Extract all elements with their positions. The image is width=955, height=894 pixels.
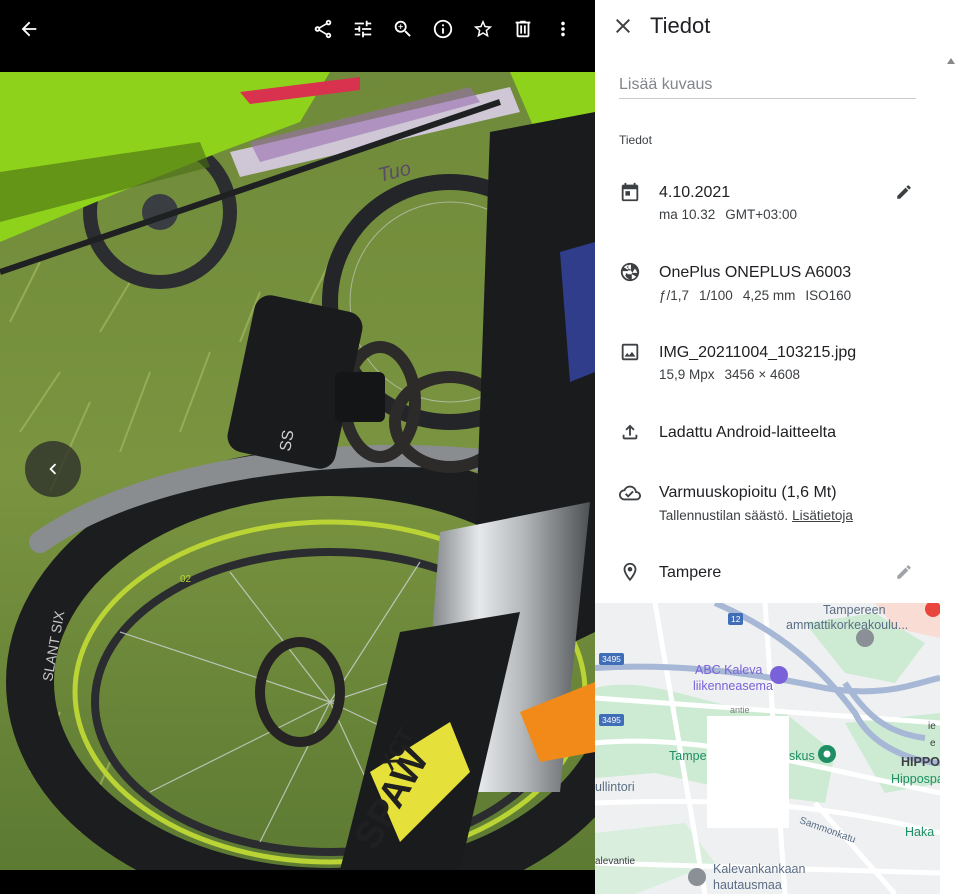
camera-shutter-icon [619,261,643,285]
camera-model: OnePlus ONEPLUS A6003 [659,264,852,281]
zoom-in-icon [394,20,411,37]
info-panel: Tiedot Lisää kuvaus Tiedot 4.10.2021 ma … [595,0,955,894]
more-options-button[interactable] [548,14,578,44]
arrow-back-icon [21,21,37,37]
panel-scrollbar[interactable] [944,56,955,894]
resolution: 3456 × 4608 [724,367,800,382]
edit-tune-icon [354,20,372,38]
tire-size-text: 02 [180,574,192,585]
camera-row: OnePlus ONEPLUS A6003 ƒ/1,7 1/100 4,25 mm I… [595,258,940,308]
panel-header: Tiedot [595,0,955,52]
map-label-abc-2: liikenneasema [693,679,773,693]
bicycle-photo: SLANT SIX 02 SS SPAW XCT Tuo [0,72,595,870]
map-label-cemetery-1: Kalevankankaan [713,862,806,876]
calendar-icon [619,181,643,205]
location-map[interactable]: 12 3495 3495 Tampereen ammattikorkeakoul… [595,603,940,894]
description-input[interactable]: Lisää kuvaus [619,72,916,99]
megapixels: 15,9 Mpx [659,367,715,382]
date-row: 4.10.2021 ma 10.32 GMT+03:00 [595,178,940,228]
map-label-hippo: HIPPO [901,755,940,769]
zoom-button[interactable] [388,14,418,44]
photo-image: SLANT SIX 02 SS SPAW XCT Tuo [0,72,595,870]
aperture: ƒ/1,7 [659,288,690,303]
pencil-icon [897,185,911,199]
backup-status: Varmuuskopioitu (1,6 Mt) [659,484,837,501]
map-label-hippospa: Hippospa [891,772,940,786]
details-section-title: Tiedot [619,133,652,147]
map-label-tamk-2: ammattikorkeakoulu... [786,618,909,632]
map-graphic [595,603,940,894]
shutter-speed: 1/100 [699,288,733,303]
photo-viewer: SLANT SIX 02 SS SPAW XCT Tuo [0,0,595,894]
pencil-icon [897,565,911,579]
back-button[interactable] [14,14,44,44]
file-name: IMG_20211004_103215.jpg [659,344,857,361]
scroll-up-arrow-icon[interactable] [947,58,955,64]
road-shield-3495: 3495 [599,653,624,665]
delete-button[interactable] [508,14,538,44]
road-shield-3495-b: 3495 [599,714,624,726]
focal-length: 4,25 mm [742,288,796,303]
viewer-toolbar [0,0,595,60]
upload-icon [619,421,643,445]
date-value: 4.10.2021 [659,184,731,201]
close-icon [616,19,630,33]
file-dimensions: 15,9 Mpx 3456 × 4608 [659,367,810,382]
edit-date-button[interactable] [895,183,917,205]
location-name: Tampere [659,564,722,581]
map-label-kalevantie: alevantie [595,856,636,867]
learn-more-link[interactable]: Lisätietoja [792,508,853,523]
map-label-cemetery-2: hautausmaa [713,878,782,892]
map-label-ullintori: ullintori [595,780,635,794]
favorite-button[interactable] [468,14,498,44]
map-label-e: e [930,738,936,749]
map-label-tampere: Tampe [669,749,707,763]
chevron-left-icon [49,463,57,475]
date-time-detail: ma 10.32 GMT+03:00 [659,207,807,222]
map-label-abc-1: ABC Kaleva [695,663,763,677]
cloud-done-icon [619,482,643,506]
close-panel-button[interactable] [611,14,635,38]
share-icon [314,19,332,39]
timezone: GMT+03:00 [725,207,797,222]
image-icon [619,341,643,365]
location-row: Tampere [595,560,940,590]
camera-settings: ƒ/1,7 1/100 4,25 mm ISO160 [659,288,861,303]
map-label-antie: antie [730,705,750,715]
previous-photo-button[interactable] [25,441,81,497]
backup-row: Varmuuskopioitu (1,6 Mt) Tallennustilan … [595,479,940,529]
delete-icon [515,20,531,38]
share-button[interactable] [308,14,338,44]
day-time: ma 10.32 [659,207,716,222]
map-label-keskus: skus [789,749,815,763]
panel-title: Tiedot [650,13,711,38]
backup-quality-text: Tallennustilan säästö. [659,508,789,523]
info-button[interactable] [428,14,458,44]
backup-quality: Tallennustilan säästö. Lisätietoja [659,508,863,523]
upload-source: Ladattu Android-laitteelta [659,424,837,441]
location-pin-icon [619,561,643,585]
iso: ISO160 [805,288,852,303]
more-vert-icon [561,21,565,37]
map-label-tamk-1: Tampereen [823,603,886,617]
map-label-ie: ie [928,721,936,732]
file-row: IMG_20211004_103215.jpg 15,9 Mpx 3456 × 4… [595,338,940,388]
star-icon [473,19,493,38]
edit-button[interactable] [348,14,378,44]
info-icon [433,19,453,39]
road-shield-12: 12 [728,613,744,625]
map-label-haka: Haka [905,825,935,839]
edit-location-button[interactable] [895,563,917,585]
upload-row: Ladattu Android-laitteelta [595,420,940,450]
